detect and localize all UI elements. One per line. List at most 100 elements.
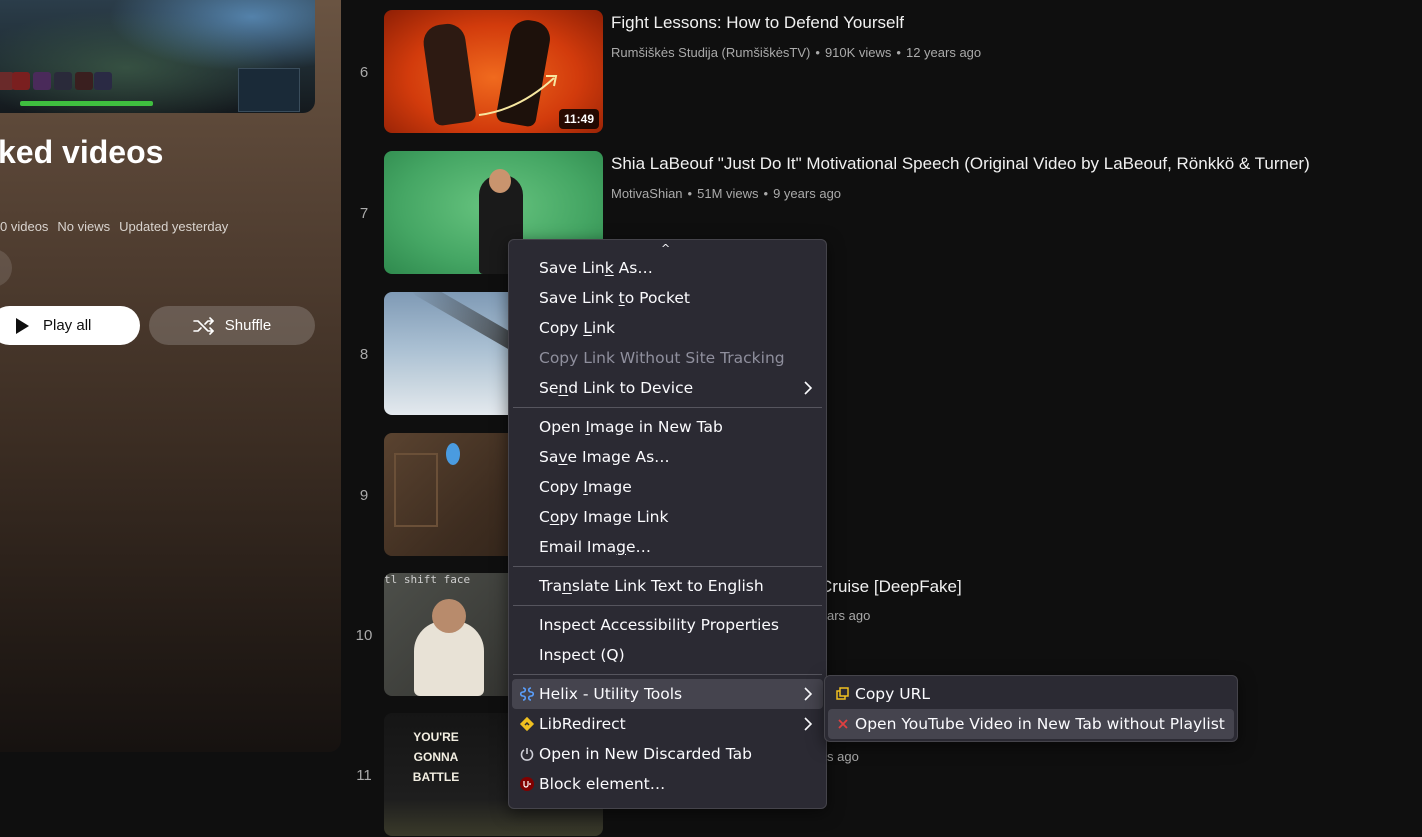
- video-channel[interactable]: MotivaShian: [611, 186, 683, 201]
- video-thumbnail[interactable]: 11:49: [384, 10, 603, 133]
- game-hud-slot: [12, 72, 30, 90]
- menu-separator: [513, 407, 822, 408]
- game-minimap: [238, 68, 300, 112]
- playlist-thumbnail[interactable]: [0, 0, 315, 113]
- menu-item-label: Open Image in New Tab: [539, 418, 723, 436]
- play-all-button[interactable]: Play all: [0, 306, 140, 345]
- video-title[interactable]: Shia LaBeouf "Just Do It" Motivational S…: [611, 154, 1310, 174]
- game-hud-slot: [33, 72, 51, 90]
- playlist-view-count: No views: [57, 219, 111, 234]
- thumbnail-figure: [421, 21, 477, 127]
- chevron-right-icon: [804, 717, 813, 731]
- playlist-title: ked videos: [0, 134, 164, 170]
- menu-item-label: Inspect Accessibility Properties: [539, 616, 780, 634]
- copy-icon: [836, 687, 849, 700]
- video-index: 6: [359, 63, 369, 81]
- menu-item-label: Translate Link Text to English: [539, 577, 764, 595]
- shuffle-icon: [192, 316, 214, 335]
- video-index: 11: [356, 766, 372, 784]
- video-index: 10: [355, 626, 373, 644]
- thumbnail-figure-head: [489, 169, 511, 193]
- submenu-item-label: Open YouTube Video in New Tab without Pl…: [855, 715, 1225, 733]
- video-channel[interactable]: Rumšiškės Studija (RumšiškėsTV): [611, 45, 810, 60]
- play-all-label: Play all: [43, 317, 92, 334]
- menu-item-copy-link-without-tracking: Copy Link Without Site Tracking: [512, 343, 823, 373]
- video-duration-badge: 11:49: [558, 109, 599, 129]
- menu-item-label: Copy Image Link: [539, 508, 669, 526]
- video-meta: MotivaShian • 51M views • 9 years ago: [611, 186, 842, 201]
- video-meta: s ago: [827, 749, 859, 764]
- menu-item-copy-image-link[interactable]: Copy Image Link: [512, 502, 823, 532]
- game-hud-slot: [54, 72, 72, 90]
- submenu-item-open-youtube-without-playlist[interactable]: Open YouTube Video in New Tab without Pl…: [828, 709, 1234, 739]
- menu-item-email-image[interactable]: Email Image…: [512, 532, 823, 562]
- thumbnail-text: YOU'RE GONNA BATTLE: [412, 730, 460, 784]
- menu-item-label: Save Link As…: [539, 259, 653, 277]
- video-meta: ars ago: [827, 608, 871, 623]
- menu-item-label: Inspect (Q): [539, 646, 625, 664]
- menu-item-save-link-as[interactable]: Save Link As…: [512, 253, 823, 283]
- menu-item-label: Send Link to Device: [539, 379, 694, 397]
- menu-item-label: Copy Link: [539, 319, 615, 337]
- menu-item-label: Email Image…: [539, 538, 651, 556]
- menu-item-inspect[interactable]: Inspect (Q): [512, 640, 823, 670]
- menu-item-save-image-as[interactable]: Save Image As…: [512, 442, 823, 472]
- libredirect-icon: [519, 716, 535, 732]
- video-views: 910K views: [824, 45, 892, 60]
- chevron-right-icon: [804, 687, 813, 701]
- playlist-video-count: 0 videos: [0, 219, 49, 234]
- thumbnail-caption: tl shift face: [384, 573, 471, 586]
- thumbnail-shelf: [394, 453, 438, 527]
- video-views: 51M views: [697, 186, 759, 201]
- playlist-video-row[interactable]: 7 Shia LaBeouf "Just Do It" Motivational…: [340, 151, 1420, 275]
- video-meta: Rumšiškės Studija (RumšiškėsTV) • 910K vie…: [611, 45, 982, 60]
- thumbnail-arrow: [478, 75, 558, 116]
- playlist-updated: Updated yesterday: [119, 219, 229, 234]
- menu-separator: [513, 674, 822, 675]
- thumbnail-figure-head: [432, 599, 466, 633]
- play-icon: [16, 317, 29, 334]
- menu-item-send-link-to-device[interactable]: Send Link to Device: [512, 373, 823, 403]
- menu-item-helix-utility-tools[interactable]: Helix - Utility Tools: [512, 679, 823, 709]
- menu-item-label: Save Image As…: [539, 448, 670, 466]
- playlist-video-row[interactable]: 9: [340, 433, 1420, 557]
- menu-item-open-new-discarded-tab[interactable]: Open in New Discarded Tab: [512, 739, 823, 769]
- video-index: 9: [359, 486, 369, 504]
- menu-item-label: Copy Link Without Site Tracking: [539, 349, 785, 367]
- game-health-bar: [20, 101, 153, 106]
- context-menu: ^ Save Link As… Save Link to Pocket Copy…: [508, 239, 827, 809]
- power-icon: [520, 748, 534, 761]
- video-title[interactable]: Fight Lessons: How to Defend Yourself: [611, 13, 904, 33]
- ublock-icon: [520, 777, 534, 791]
- menu-item-save-link-to-pocket[interactable]: Save Link to Pocket: [512, 283, 823, 313]
- playlist-video-row[interactable]: 6 11:49 Fight Lessons: How to Defend You…: [340, 10, 1420, 134]
- shuffle-button[interactable]: Shuffle: [149, 306, 315, 345]
- thumbnail-balloon: [446, 443, 460, 465]
- playlist-video-row[interactable]: 8: [340, 292, 1420, 416]
- submenu-item-copy-url[interactable]: Copy URL: [828, 679, 1234, 709]
- menu-item-label: Helix - Utility Tools: [539, 685, 683, 703]
- video-title[interactable]: Cruise [DeepFake]: [820, 577, 962, 597]
- playlist-owner-avatar[interactable]: [0, 249, 12, 287]
- menu-separator: [513, 566, 822, 567]
- menu-separator: [513, 605, 822, 606]
- playlist-meta: 0 videos No views Updated yesterday: [0, 219, 237, 234]
- menu-item-open-image-new-tab[interactable]: Open Image in New Tab: [512, 412, 823, 442]
- menu-item-copy-image[interactable]: Copy Image: [512, 472, 823, 502]
- game-hud-slot: [94, 72, 112, 90]
- menu-item-inspect-accessibility[interactable]: Inspect Accessibility Properties: [512, 610, 823, 640]
- unlink-icon: [838, 719, 848, 729]
- menu-item-label: Copy Image: [539, 478, 632, 496]
- menu-item-copy-link[interactable]: Copy Link: [512, 313, 823, 343]
- menu-item-translate-link-text[interactable]: Translate Link Text to English: [512, 571, 823, 601]
- chevron-right-icon: [804, 381, 813, 395]
- helix-submenu: Copy URL Open YouTube Video in New Tab w…: [824, 675, 1238, 742]
- video-age: 9 years ago: [773, 186, 842, 201]
- game-hud-slot: [75, 72, 93, 90]
- shuffle-label: Shuffle: [224, 317, 272, 334]
- submenu-item-label: Copy URL: [855, 685, 930, 703]
- menu-item-libredirect[interactable]: LibRedirect: [512, 709, 823, 739]
- menu-item-label: Block element…: [539, 775, 666, 793]
- video-index: 7: [359, 204, 369, 222]
- video-index: 8: [359, 345, 369, 363]
